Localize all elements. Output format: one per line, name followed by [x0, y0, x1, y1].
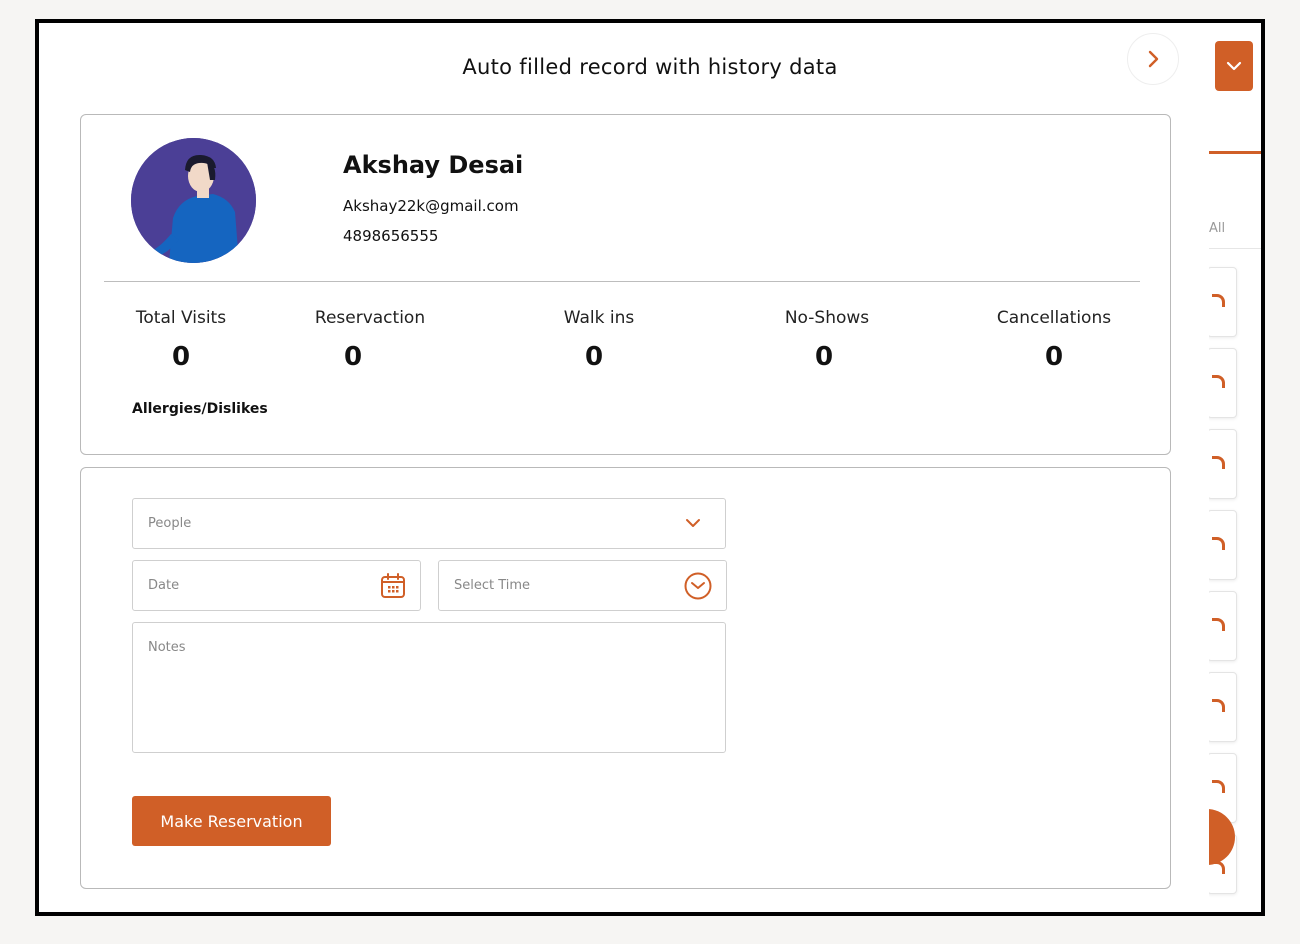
- background-list-card[interactable]: [1207, 348, 1237, 418]
- avatar: [131, 138, 256, 263]
- make-reservation-button[interactable]: Make Reservation: [132, 796, 331, 846]
- customer-name: Akshay Desai: [343, 151, 524, 179]
- time-select[interactable]: Select Time: [438, 560, 727, 611]
- stat-value: 0: [814, 342, 834, 372]
- background-list-card[interactable]: [1207, 672, 1237, 742]
- people-placeholder: People: [148, 516, 192, 531]
- date-input[interactable]: Date: [132, 560, 421, 611]
- clock-icon[interactable]: [683, 571, 713, 601]
- stat-value: 0: [1044, 342, 1064, 372]
- background-list-card[interactable]: [1207, 267, 1237, 337]
- stat-walk-ins: Walk ins 0: [551, 308, 647, 372]
- chevron-right-icon: [1148, 50, 1159, 68]
- stat-label: Total Visits: [135, 308, 227, 328]
- background-active-tab-underline: [1209, 151, 1261, 154]
- allergies-label: Allergies/Dislikes: [132, 401, 268, 417]
- background-list-card[interactable]: [1207, 429, 1237, 499]
- modal-title: Auto filled record with history data: [462, 55, 838, 79]
- background-list-card[interactable]: [1207, 591, 1237, 661]
- stat-cancellations: Cancellations 0: [990, 308, 1118, 372]
- stat-label: No-Shows: [784, 308, 870, 328]
- people-select[interactable]: People: [132, 498, 726, 549]
- customer-phone: 4898656555: [343, 227, 439, 245]
- stat-label: Cancellations: [996, 308, 1112, 328]
- stat-label: Walk ins: [563, 308, 635, 328]
- stat-reservations: Reservaction 0: [311, 308, 429, 372]
- stat-value: 0: [584, 342, 604, 372]
- chevron-down-icon: [686, 519, 700, 527]
- stat-value: 0: [171, 342, 191, 372]
- next-button[interactable]: [1127, 33, 1179, 85]
- background-divider: [1209, 248, 1261, 249]
- customer-email: Akshay22k@gmail.com: [343, 197, 519, 215]
- notes-textarea[interactable]: Notes: [132, 622, 726, 753]
- notes-placeholder: Notes: [148, 640, 186, 655]
- stat-value: 0: [343, 342, 363, 372]
- stat-no-shows: No-Shows 0: [779, 308, 875, 372]
- background-filter-all[interactable]: All: [1209, 221, 1225, 236]
- customer-history-modal: Auto filled record with history data Aks…: [39, 23, 1209, 912]
- background-list-card[interactable]: [1207, 510, 1237, 580]
- calendar-icon[interactable]: [379, 572, 407, 600]
- stat-total-visits: Total Visits 0: [131, 308, 231, 372]
- date-placeholder: Date: [148, 578, 180, 593]
- person-avatar-icon: [131, 138, 256, 263]
- profile-divider: [104, 281, 1140, 282]
- customer-profile-card: Akshay Desai Akshay22k@gmail.com 4898656…: [80, 114, 1171, 455]
- stat-label: Reservaction: [314, 308, 426, 328]
- reservation-form-card: People Date Select Time Notes Make Reser…: [80, 467, 1171, 889]
- time-placeholder: Select Time: [454, 578, 531, 593]
- screenshot-frame: All Auto filled record with history data: [35, 19, 1265, 916]
